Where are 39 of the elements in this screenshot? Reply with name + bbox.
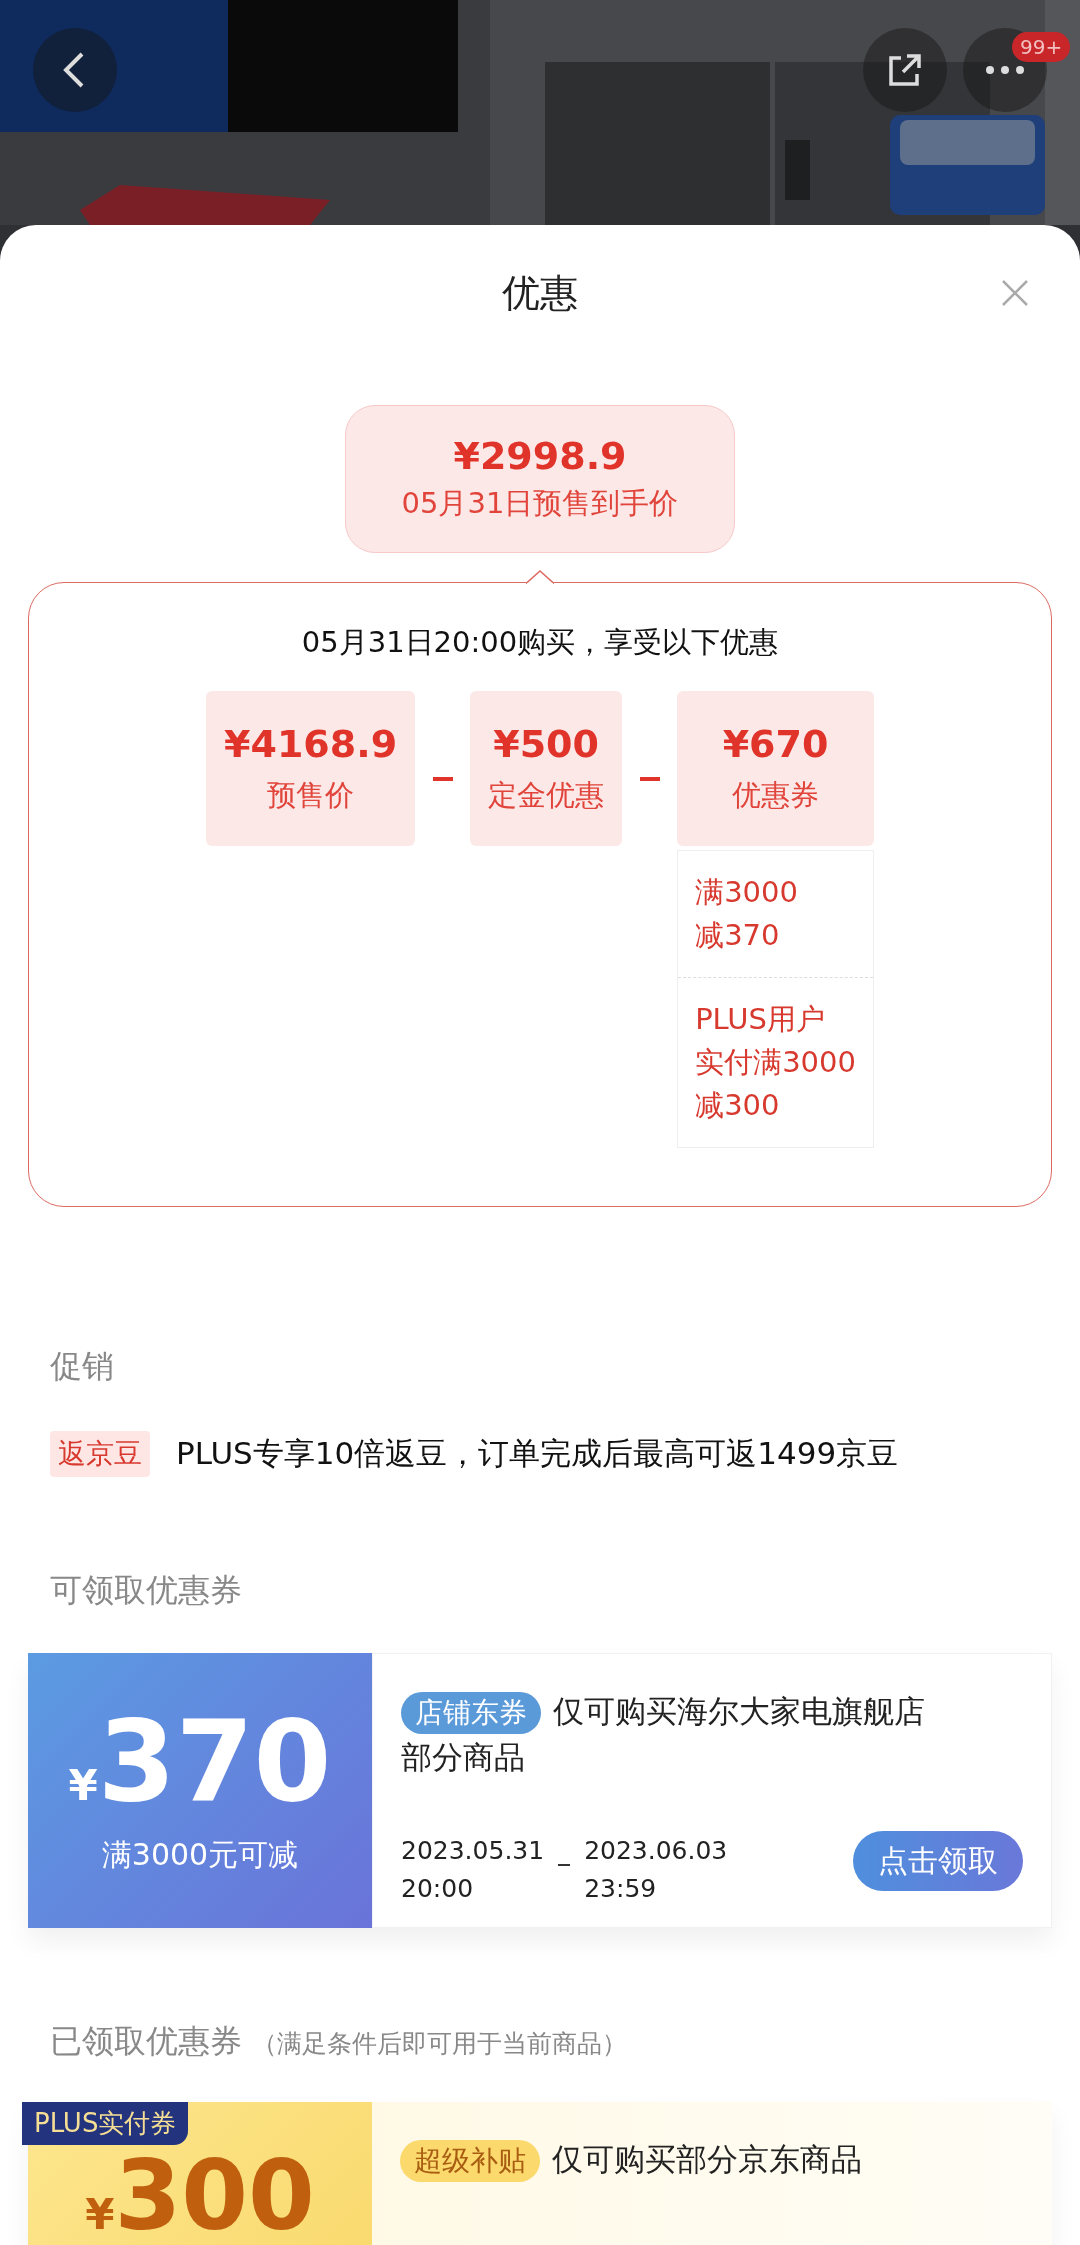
notification-badge: 99+ [1012,32,1071,62]
coupon-description: 仅可购买海尔大家电旗舰店 [553,1693,925,1729]
close-icon [1000,278,1030,308]
section-note: （满足条件后即可用于当前商品） [252,2028,627,2060]
coupon-description: 仅可购买部分京东商品 [552,2141,862,2177]
component-label: 定金优惠 [488,776,605,814]
coupon-amount: 300 [114,2148,315,2244]
promo-text: PLUS专享10倍返豆，订单完成后最高可返1499京豆 [176,1434,899,1473]
component-label: 预售价 [267,776,355,814]
final-price-label: 05月31日预售到手价 [401,485,679,522]
section-heading: 已领取优惠券 [50,2021,242,2062]
coupon-detail: 满3000 减370 [694,874,799,954]
coupon-description: 部分商品 [401,1738,525,1777]
minus-icon [432,776,453,781]
start-time: 20:00 [401,1873,475,1905]
coupon-tag: 超级补贴 [400,2140,540,2182]
start-date: 2023.05.31 [401,1835,545,1867]
minus-icon [639,776,660,781]
coupon-detail: PLUS用户 实付满3000 减300 [678,977,873,1147]
coupon-badge: PLUS实付券 [22,2102,189,2145]
component-amount: ¥4168.9 [224,721,398,766]
breakdown-heading: 05月31日20:00购买，享受以下优惠 [300,624,780,661]
promo-tag: 返京豆 [50,1431,150,1477]
end-date: 2023.06.03 [584,1835,728,1867]
coupon-condition: 满3000元可减 [101,1836,299,1874]
currency-symbol: ¥ [85,2190,115,2239]
claim-button[interactable]: 点击领取 [853,1831,1023,1891]
component-amount: ¥670 [722,721,829,766]
coupon-amount: 370 [97,1705,332,1817]
component-label: 优惠券 [732,776,820,814]
section-heading: 可领取优惠券 [49,1570,243,1611]
more-icon [985,65,1025,75]
currency-symbol: ¥ [68,1761,98,1810]
section-heading: 促销 [49,1346,115,1387]
component-amount: ¥500 [493,721,599,766]
end-time: 23:59 [584,1873,658,1905]
final-price: ¥2998.9 [453,434,627,478]
coupon-tag: 店铺东券 [401,1692,541,1734]
sheet-title: 优惠 [502,269,578,317]
